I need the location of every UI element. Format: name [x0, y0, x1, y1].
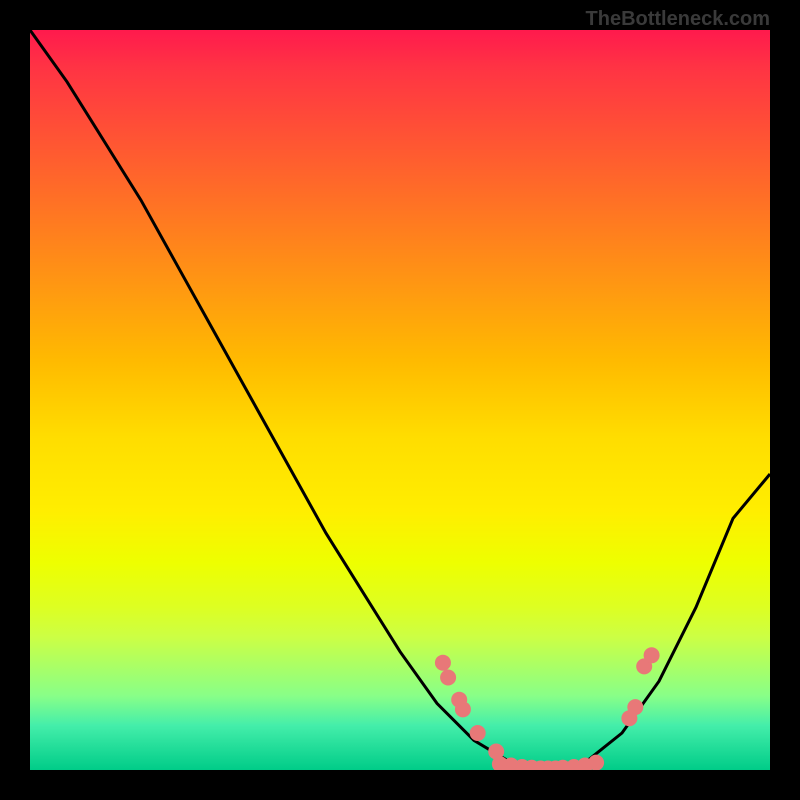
- scatter-point: [470, 725, 486, 741]
- scatter-point: [644, 647, 660, 663]
- scatter-point: [455, 701, 471, 717]
- chart-svg: [30, 30, 770, 770]
- scatter-point: [440, 670, 456, 686]
- scatter-point: [588, 755, 604, 770]
- watermark-text: TheBottleneck.com: [586, 8, 770, 31]
- scatter-point: [627, 699, 643, 715]
- scatter-points: [435, 647, 660, 770]
- bottleneck-curve: [30, 30, 770, 770]
- chart-plot-area: [30, 30, 770, 770]
- scatter-point: [435, 655, 451, 671]
